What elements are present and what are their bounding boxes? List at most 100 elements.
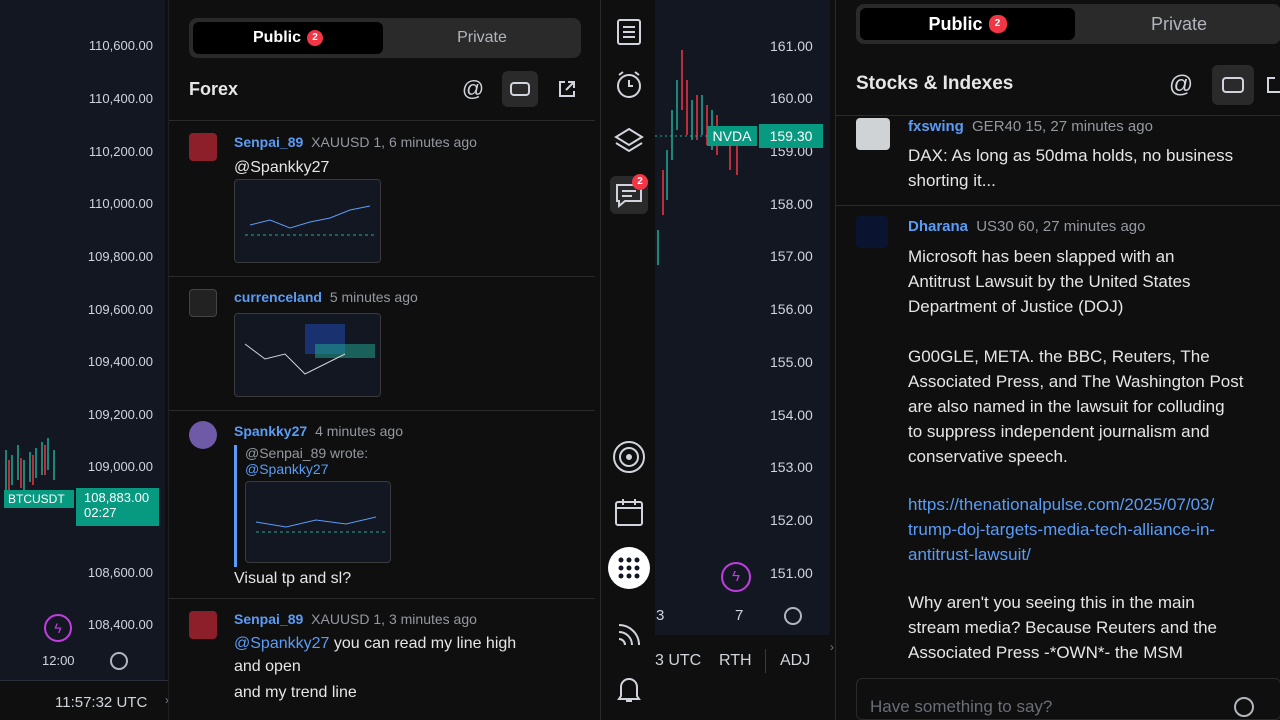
mention-icon[interactable]: @ (1161, 65, 1201, 105)
message-text: Why aren't you seeing this in the main s… (908, 593, 1218, 662)
message-text: @Spankky27 you can read my line high (234, 632, 516, 655)
alert-clock-icon[interactable] (610, 66, 648, 104)
message-input[interactable]: Have something to say? (856, 678, 1280, 720)
price-label: 108,600.00 (87, 565, 153, 580)
popout-icon[interactable] (1265, 65, 1280, 105)
settings-icon[interactable] (110, 652, 128, 670)
quote-author: @Senpai_89 wrote: (245, 445, 369, 461)
clock[interactable]: 11:57:32 UTC (55, 694, 147, 711)
lightning-icon[interactable]: ϟ (721, 562, 751, 592)
message-header: Senpai_89 XAUUSD 1, 6 minutes ago (234, 134, 477, 150)
avatar[interactable] (189, 133, 217, 161)
username[interactable]: Senpai_89 (234, 134, 303, 150)
adj-toggle[interactable]: ADJ (780, 652, 810, 670)
message-meta: 4 minutes ago (315, 423, 404, 439)
tab-public[interactable]: Public 2 (860, 8, 1075, 40)
calendar-icon[interactable] (610, 493, 648, 531)
timezone[interactable]: 3 UTC (655, 652, 701, 670)
chat-tabs: Public 2 Private (856, 4, 1280, 44)
chat-message: Senpai_89 XAUUSD 1, 3 minutes ago @Spank… (169, 598, 595, 720)
last-price: 108,883.00 (84, 490, 150, 505)
avatar[interactable] (189, 421, 217, 449)
mention[interactable]: @Spankky27 (234, 635, 329, 652)
time-axis-label: 12:00 (42, 653, 75, 668)
username[interactable]: Dharana (908, 218, 968, 235)
chart-thumbnail[interactable] (234, 179, 381, 263)
price-label: 110,600.00 (88, 38, 153, 53)
last-price-tag: 159.30 (759, 124, 823, 148)
stream-icon[interactable] (610, 616, 648, 654)
apps-grid-icon[interactable] (608, 547, 650, 589)
price-label: 110,200.00 (88, 144, 153, 159)
username[interactable]: Spankky27 (234, 423, 307, 439)
expand-icon[interactable] (1212, 65, 1254, 105)
price-label: 161.00 (770, 38, 813, 54)
chat-message: Senpai_89 XAUUSD 1, 6 minutes ago @Spank… (169, 120, 595, 276)
price-label: 109,200.00 (87, 407, 153, 422)
target-icon[interactable] (610, 438, 648, 476)
username[interactable]: Senpai_89 (234, 611, 303, 627)
message-text: and my trend line (234, 684, 357, 701)
mention-icon[interactable]: @ (455, 71, 491, 107)
message-text: Visual tp and sl? (234, 570, 352, 587)
price-label: 160.00 (770, 90, 813, 106)
input-placeholder: Have something to say? (870, 697, 1053, 716)
chat-icon[interactable]: 2 (610, 174, 648, 214)
chart-thumbnail[interactable] (234, 313, 381, 397)
unread-badge: 2 (988, 15, 1007, 33)
tab-private[interactable]: Private (1079, 8, 1279, 40)
message-text: and open (234, 658, 301, 675)
right-toolbar: 2 (600, 0, 655, 720)
tab-private[interactable]: Private (387, 22, 577, 54)
avatar[interactable] (856, 118, 890, 150)
price-label: 157.00 (770, 248, 813, 264)
mention[interactable]: @Spankky27 (234, 156, 329, 179)
price-label: 152.00 (770, 512, 813, 528)
chat-message: currenceland 5 minutes ago (169, 276, 595, 410)
username[interactable]: currenceland (234, 289, 322, 305)
avatar[interactable] (189, 289, 217, 317)
text-part: you can read my line high (329, 635, 517, 652)
btc-chart[interactable]: 110,600.00 110,400.00 110,200.00 110,000… (0, 0, 165, 680)
room-title: Stocks & Indexes (856, 73, 1014, 94)
price-label: 158.00 (770, 196, 813, 212)
message-link[interactable]: https://thenationalpulse.com/2025/07/03/… (908, 492, 1280, 567)
bell-icon[interactable] (610, 670, 648, 708)
price-label: 108,400.00 (87, 617, 153, 632)
divider (765, 649, 766, 673)
price-label: 109,000.00 (87, 459, 153, 474)
chart-thumbnail[interactable] (245, 481, 391, 563)
chart-status-bar: 3 UTC RTH ADJ (655, 635, 830, 720)
emoji-icon[interactable] (1234, 697, 1254, 717)
nvda-chart[interactable]: 161.00 160.00 159.00 158.00 157.00 156.0… (655, 0, 830, 635)
lightning-icon[interactable]: ϟ (44, 614, 72, 642)
tab-public[interactable]: Public 2 (193, 22, 383, 54)
status-bar: 11:57:32 UTC › (0, 680, 180, 720)
message-header: fxswing GER40 15, 27 minutes ago (908, 118, 1153, 135)
quoted-message: @Senpai_89 wrote: @Spankky27 (234, 445, 391, 567)
avatar[interactable] (189, 611, 217, 639)
message-text: Microsoft has been slapped with an Antit… (908, 247, 1191, 316)
expand-icon[interactable] (502, 71, 538, 107)
chat-badge: 2 (632, 174, 648, 190)
message-header: currenceland 5 minutes ago (234, 289, 418, 305)
candles (655, 50, 765, 265)
settings-icon[interactable] (784, 607, 802, 625)
popout-icon[interactable] (549, 71, 585, 107)
price-label: 109,600.00 (87, 302, 153, 317)
message-meta: XAUUSD 1, 6 minutes ago (311, 134, 477, 150)
chat-message: fxswing GER40 15, 27 minutes ago DAX: As… (836, 115, 1280, 205)
tab-label: Public (928, 13, 983, 34)
chat-message: Dharana US30 60, 27 minutes ago Microsof… (836, 205, 1280, 665)
avatar[interactable] (856, 216, 888, 248)
price-label: 156.00 (770, 301, 813, 317)
message-meta: 5 minutes ago (329, 289, 418, 305)
session-rth[interactable]: RTH (719, 652, 752, 670)
message-meta: XAUUSD 1, 3 minutes ago (311, 611, 477, 627)
watchlist-icon[interactable] (610, 13, 648, 51)
price-label: 109,800.00 (87, 249, 153, 264)
price-label: 153.00 (770, 459, 813, 475)
username[interactable]: fxswing (908, 118, 964, 135)
message-header: Dharana US30 60, 27 minutes ago (908, 218, 1145, 235)
layers-icon[interactable] (610, 121, 648, 159)
